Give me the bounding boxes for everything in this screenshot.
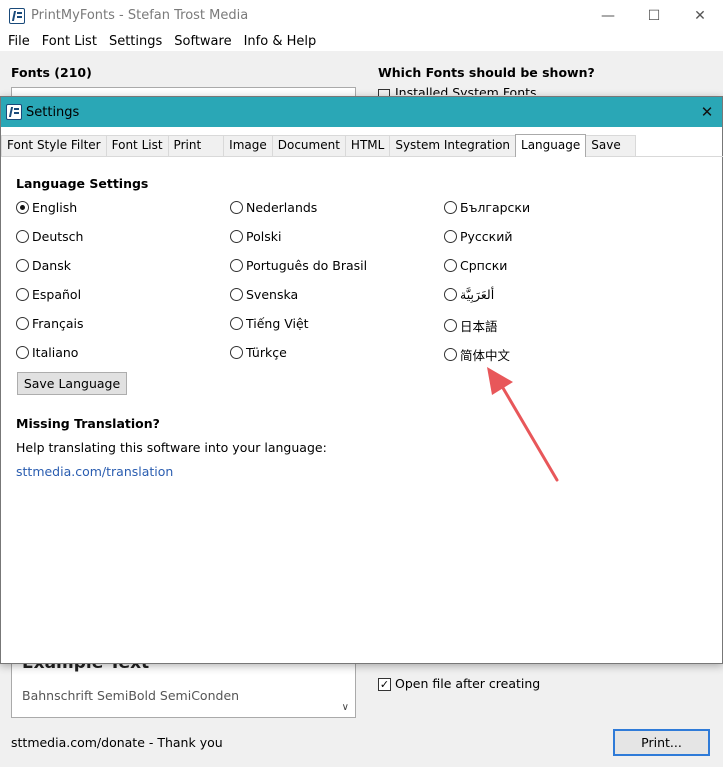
language-settings-title: Language Settings: [16, 176, 149, 191]
radio-portugues-brasil[interactable]: Português do Brasil: [230, 258, 367, 273]
radio-tieng-viet[interactable]: Tiếng Việt: [230, 316, 309, 331]
tab-print[interactable]: Print: [167, 135, 225, 156]
radio-button[interactable]: [16, 259, 29, 272]
radio-button[interactable]: [230, 230, 243, 243]
radio-button[interactable]: [230, 346, 243, 359]
radio-english[interactable]: English: [16, 200, 77, 215]
radio-button[interactable]: [444, 230, 457, 243]
tab-html[interactable]: HTML: [344, 135, 391, 156]
radio-button[interactable]: [16, 201, 29, 214]
radio-button[interactable]: [230, 288, 243, 301]
menu-info-help[interactable]: Info & Help: [238, 34, 323, 49]
missing-translation-title: Missing Translation?: [16, 416, 160, 431]
radio-button[interactable]: [444, 319, 457, 332]
open-file-checkbox[interactable]: ✓: [378, 678, 391, 691]
radio-deutsch[interactable]: Deutsch: [16, 229, 83, 244]
radio-button[interactable]: [230, 259, 243, 272]
donate-text: sttmedia.com/donate - Thank you: [11, 735, 223, 750]
save-language-button[interactable]: Save Language: [17, 372, 127, 395]
radio-turkce[interactable]: Türkçe: [230, 345, 287, 360]
radio-button[interactable]: [444, 348, 457, 361]
dialog-title: Settings: [26, 104, 80, 120]
menu-file[interactable]: File: [2, 34, 36, 49]
window-title: PrintMyFonts - Stefan Trost Media: [31, 8, 249, 23]
radio-espanol[interactable]: Español: [16, 287, 81, 302]
radio-polski[interactable]: Polski: [230, 229, 281, 244]
radio-button[interactable]: [444, 288, 457, 301]
chevron-down-icon[interactable]: ∨: [342, 702, 349, 713]
radio-svenska[interactable]: Svenska: [230, 287, 298, 302]
menu-settings[interactable]: Settings: [103, 34, 168, 49]
which-fonts-label: Which Fonts should be shown?: [378, 65, 595, 80]
font-preview-box[interactable]: Example Text Bahnschrift SemiBold SemiCo…: [11, 661, 356, 718]
dialog-title-bar: Settings ✕: [1, 97, 722, 127]
radio-serbian[interactable]: Српски: [444, 258, 507, 273]
help-translate-text: Help translating this software into your…: [16, 440, 327, 455]
radio-russian[interactable]: Русский: [444, 229, 512, 244]
menu-software[interactable]: Software: [168, 34, 237, 49]
tab-save[interactable]: Save: [585, 135, 636, 156]
radio-simplified-chinese[interactable]: 简体中文: [444, 345, 510, 364]
menu-font-list[interactable]: Font List: [36, 34, 103, 49]
radio-japanese[interactable]: 日本語: [444, 316, 498, 335]
print-button[interactable]: Print...: [613, 729, 710, 756]
preview-font-name: Bahnschrift SemiBold SemiConden: [22, 688, 240, 703]
window-controls: — ☐ ✕: [585, 0, 723, 31]
radio-button[interactable]: [16, 346, 29, 359]
menu-bar: File Font List Settings Software Info & …: [0, 31, 723, 51]
tab-image[interactable]: Image: [223, 135, 273, 156]
fonts-count-label: Fonts (210): [11, 65, 92, 80]
app-logo-icon: [6, 104, 22, 120]
language-tab-content: Language Settings English Deutsch Dansk …: [1, 158, 722, 663]
radio-francais[interactable]: Français: [16, 316, 84, 331]
tab-system-integration[interactable]: System Integration: [389, 135, 517, 156]
tab-font-list[interactable]: Font List: [105, 135, 169, 156]
tab-font-style-filter[interactable]: Font Style Filter: [1, 135, 107, 156]
radio-button[interactable]: [444, 259, 457, 272]
radio-dansk[interactable]: Dansk: [16, 258, 71, 273]
tab-language[interactable]: Language: [515, 134, 587, 157]
radio-italiano[interactable]: Italiano: [16, 345, 78, 360]
radio-button[interactable]: [16, 230, 29, 243]
settings-dialog: Settings ✕ Font Style Filter Font List P…: [0, 96, 723, 664]
radio-button[interactable]: [16, 288, 29, 301]
translation-link[interactable]: sttmedia.com/translation: [16, 464, 173, 479]
minimize-icon[interactable]: —: [585, 0, 631, 31]
radio-bulgarian[interactable]: Български: [444, 200, 530, 215]
close-icon[interactable]: ✕: [692, 97, 722, 127]
radio-arabic[interactable]: ألعَرَبِيَّة: [444, 287, 494, 302]
main-title-bar: PrintMyFonts - Stefan Trost Media — ☐ ✕: [0, 0, 723, 31]
app-logo-icon: [9, 7, 25, 24]
open-file-label: Open file after creating: [395, 676, 541, 691]
settings-tabs: Font Style Filter Font List Print Image …: [1, 134, 723, 157]
tab-document[interactable]: Document: [271, 135, 346, 156]
radio-nederlands[interactable]: Nederlands: [230, 200, 317, 215]
radio-button[interactable]: [444, 201, 457, 214]
radio-button[interactable]: [16, 317, 29, 330]
radio-button[interactable]: [230, 201, 243, 214]
radio-button[interactable]: [230, 317, 243, 330]
installed-fonts-label: Installed System Fonts: [395, 85, 537, 95]
close-icon[interactable]: ✕: [677, 0, 723, 31]
maximize-icon[interactable]: ☐: [631, 0, 677, 31]
